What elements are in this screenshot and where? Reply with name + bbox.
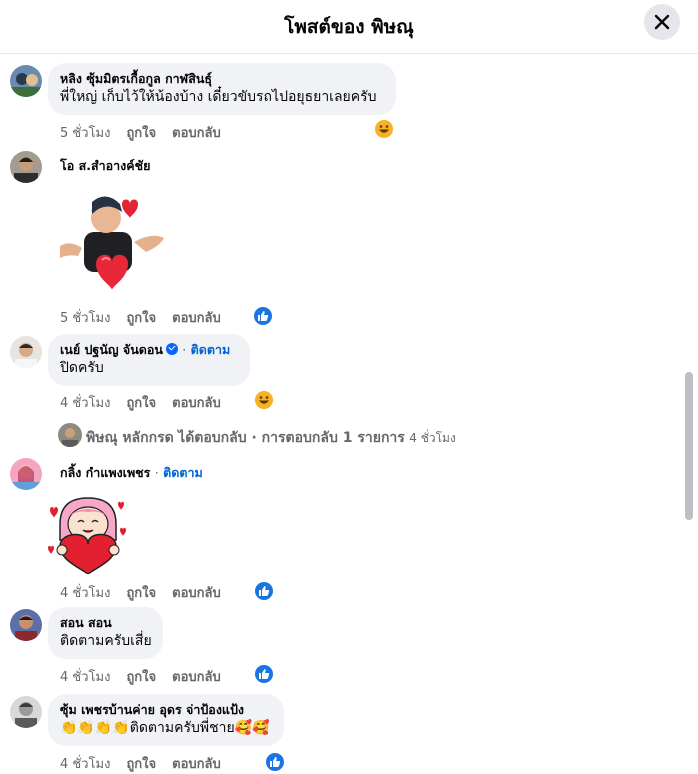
- like-button[interactable]: ถูกใจ: [126, 122, 156, 143]
- comment-time[interactable]: 4 ชั่วโมง: [60, 753, 110, 774]
- comment-text: พี่ใหญ่ เก็บไว้ให้น้องบ้าง เดี๋ยวขับรถไป…: [60, 89, 377, 105]
- like-reaction-icon[interactable]: [253, 580, 275, 602]
- comment-text: ติดตามครับเสี่ย: [60, 633, 152, 649]
- man-with-hearts-sticker: [56, 192, 168, 296]
- like-button[interactable]: ถูกใจ: [126, 392, 156, 413]
- comment-author[interactable]: ซุ้ม เพชรบ้านค่าย อุดร จ่าป้องแป้ง: [60, 702, 272, 718]
- like-button[interactable]: ถูกใจ: [126, 582, 156, 603]
- reply-button[interactable]: ตอบกลับ: [172, 582, 221, 603]
- reply-avatar[interactable]: [58, 423, 82, 447]
- dialog-header: โพสต์ของ พิษณุ: [0, 0, 698, 54]
- scrollbar-thumb[interactable]: [685, 372, 693, 520]
- avatar[interactable]: [10, 336, 42, 368]
- comment-bubble: ซุ้ม เพชรบ้านค่าย อุดร จ่าป้องแป้ง 👏👏👏👏ต…: [48, 694, 284, 746]
- reply-button[interactable]: ตอบกลับ: [172, 392, 221, 413]
- like-reaction-icon[interactable]: [253, 663, 275, 685]
- verified-badge-icon: [165, 343, 178, 355]
- like-button[interactable]: ถูกใจ: [126, 307, 156, 328]
- comment-actions: 4 ชั่วโมง ถูกใจ ตอบกลับ: [60, 392, 237, 413]
- reply-button[interactable]: ตอบกลับ: [172, 753, 221, 774]
- close-button[interactable]: [644, 4, 680, 40]
- avatar[interactable]: [10, 696, 42, 728]
- like-reaction-icon[interactable]: [252, 305, 274, 327]
- comment-actions: 4 ชั่วโมง ถูกใจ ตอบกลับ: [60, 666, 237, 687]
- close-icon: [654, 14, 670, 30]
- comment-actions: 4 ชั่วโมง ถูกใจ ตอบกลับ: [60, 753, 237, 774]
- comment-actions: 4 ชั่วโมง ถูกใจ ตอบกลับ: [60, 582, 237, 603]
- reply-time: 4 ชั่วโมง: [409, 431, 456, 445]
- like-button[interactable]: ถูกใจ: [126, 666, 156, 687]
- dialog-title: โพสต์ของ พิษณุ: [284, 16, 414, 38]
- girl-holding-heart-sticker: [46, 494, 130, 578]
- comment-bubble: หลิง ซุ้มมิตรเกื้อกูล กาฬสินธุ์ พี่ใหญ่ …: [48, 63, 396, 115]
- reply-author: พิษณุ หลักกรด: [86, 430, 174, 446]
- reply-button[interactable]: ตอบกลับ: [172, 122, 221, 143]
- comment-time[interactable]: 5 ชั่วโมง: [60, 122, 110, 143]
- comment-time[interactable]: 5 ชั่วโมง: [60, 307, 110, 328]
- like-reaction-icon[interactable]: [264, 751, 286, 773]
- comment-text: ปิดครับ: [60, 360, 104, 376]
- follow-button[interactable]: ติดตาม: [163, 465, 203, 480]
- reply-button[interactable]: ตอบกลับ: [172, 307, 221, 328]
- haha-reaction-icon[interactable]: [255, 391, 273, 409]
- like-button[interactable]: ถูกใจ: [126, 753, 156, 774]
- avatar[interactable]: [10, 458, 42, 490]
- comment-time[interactable]: 4 ชั่วโมง: [60, 666, 110, 687]
- reply-action: ได้ตอบกลับ · การตอบกลับ 1 รายการ: [178, 430, 405, 446]
- comment-actions: 5 ชั่วโมง ถูกใจ ตอบกลับ: [60, 307, 237, 328]
- avatar[interactable]: [10, 609, 42, 641]
- comment-author[interactable]: เนย์ ปฐนัญ จันดอน: [60, 342, 163, 357]
- comment-author[interactable]: สอน สอน: [60, 615, 151, 631]
- avatar[interactable]: [10, 65, 42, 97]
- comment-author-line: เนย์ ปฐนัญ จันดอน · ติดตาม: [60, 342, 231, 357]
- comment-author[interactable]: หลิง ซุ้มมิตรเกื้อกูล กาฬสินธุ์: [60, 71, 384, 87]
- haha-reaction-icon[interactable]: [375, 120, 393, 138]
- comment-time[interactable]: 4 ชั่วโมง: [60, 392, 110, 413]
- comment-author-line: กลิ้ง กำแพงเพชร · ติดตาม: [60, 465, 203, 480]
- comment-text: 👏👏👏👏ติดตามครับพี่ชาย🥰🥰: [60, 720, 270, 736]
- comment-bubble: สอน สอน ติดตามครับเสี่ย: [48, 607, 163, 659]
- follow-button[interactable]: ติดตาม: [191, 342, 231, 357]
- comment-time[interactable]: 4 ชั่วโมง: [60, 582, 110, 603]
- view-replies-link[interactable]: พิษณุ หลักกรด ได้ตอบกลับ · การตอบกลับ 1 …: [86, 427, 456, 449]
- comment-bubble: เนย์ ปฐนัญ จันดอน · ติดตาม ปิดครับ: [48, 334, 250, 386]
- comment-author[interactable]: กลิ้ง กำแพงเพชร: [60, 465, 150, 480]
- comment-actions: 5 ชั่วโมง ถูกใจ ตอบกลับ: [60, 122, 237, 143]
- comment-author[interactable]: โอ ส.สำอางค์ชัย: [60, 158, 150, 174]
- avatar[interactable]: [10, 151, 42, 183]
- reply-button[interactable]: ตอบกลับ: [172, 666, 221, 687]
